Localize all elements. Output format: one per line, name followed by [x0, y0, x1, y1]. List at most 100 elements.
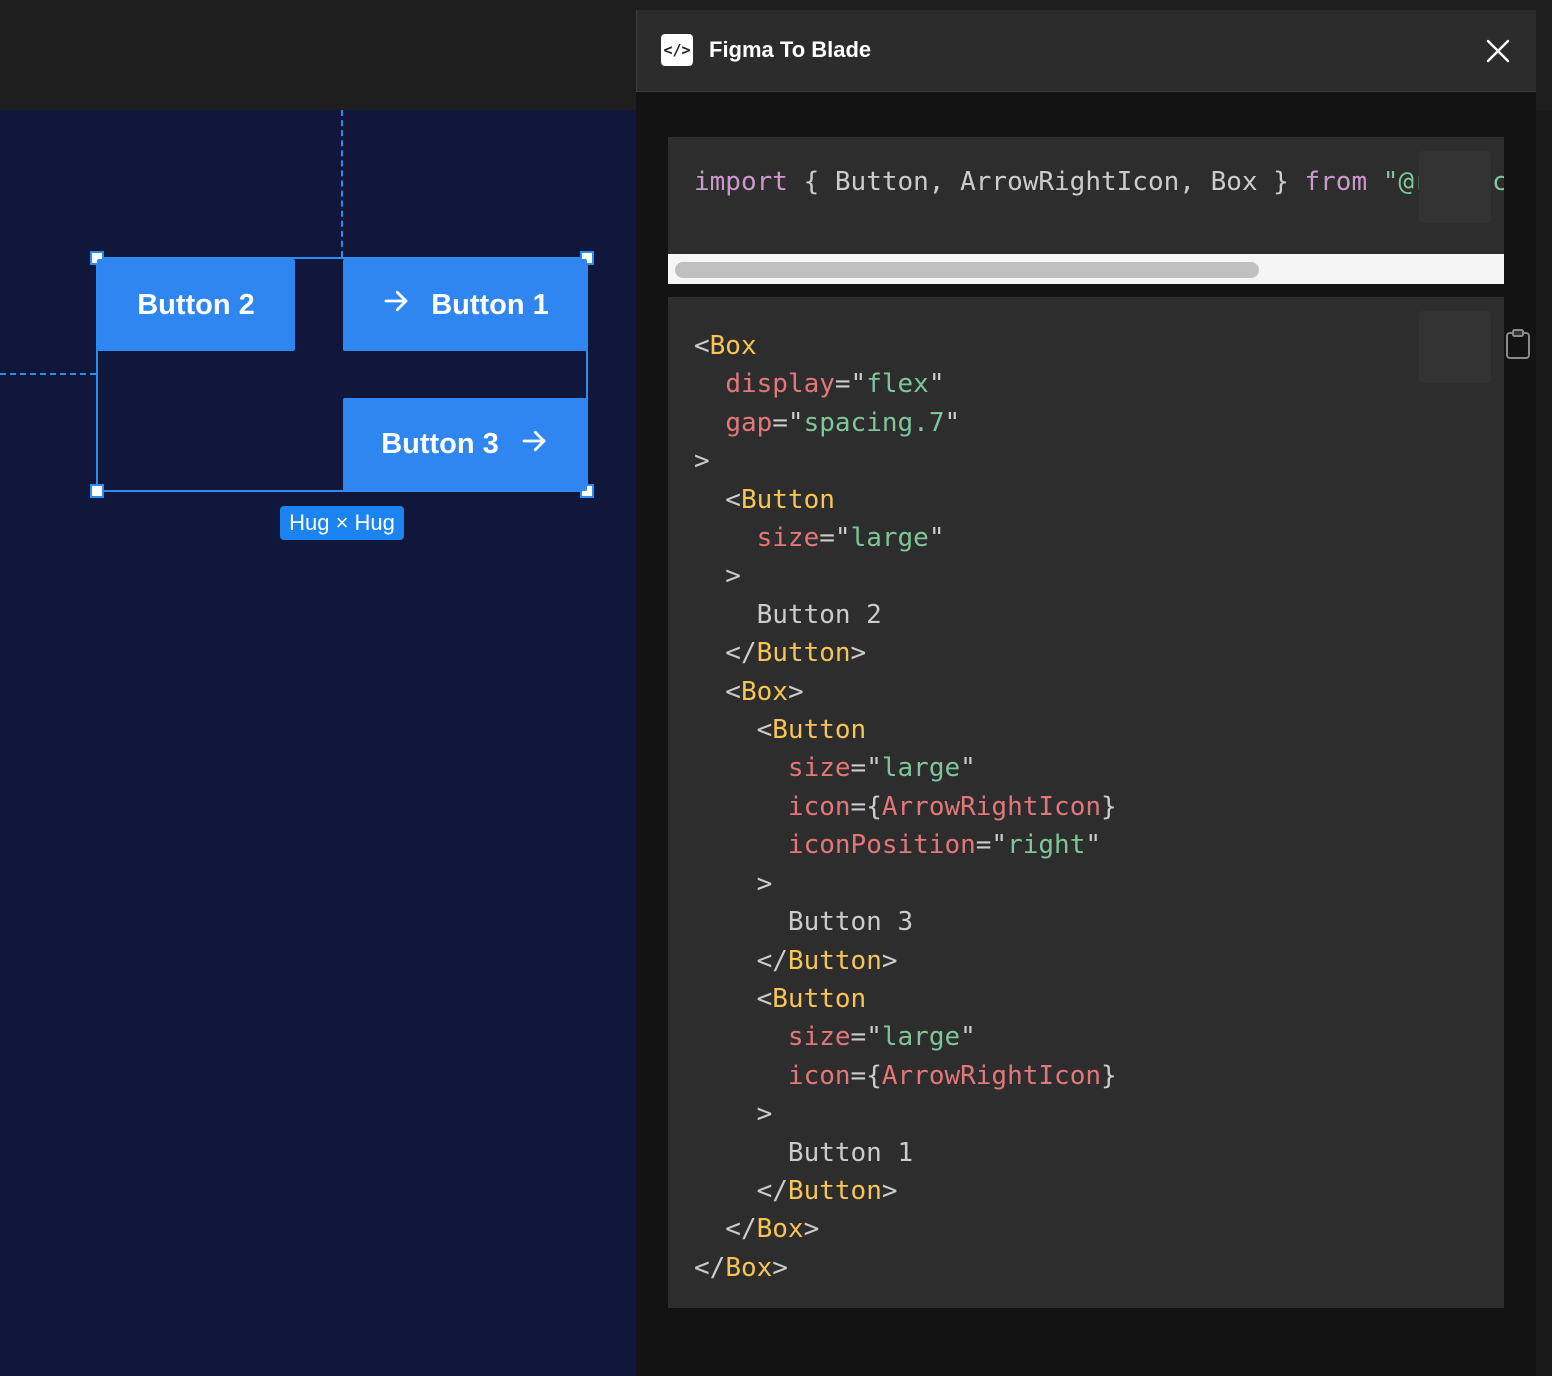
horizontal-guide-line: [0, 373, 96, 375]
code-token: >: [694, 868, 773, 899]
code-token: size: [787, 1022, 851, 1053]
button-2[interactable]: Button 2: [97, 259, 295, 351]
code-token: gap: [725, 407, 773, 438]
right-sidebar-edge: [1536, 110, 1552, 1376]
code-token: </: [694, 1214, 757, 1245]
close-icon: [1483, 39, 1513, 70]
code-line: size="large": [694, 519, 1117, 557]
code-line: >: [694, 865, 1117, 903]
code-line: </Button>: [694, 942, 1117, 980]
code-token: Button: [787, 945, 882, 976]
code-token: ": [1085, 830, 1102, 861]
code-token: <: [694, 484, 741, 515]
code-token: <: [694, 715, 773, 746]
code-token: Button: [740, 484, 835, 515]
plugin-header: </> Figma To Blade: [636, 10, 1536, 92]
code-token: >: [850, 638, 867, 669]
code-line: display="flex": [694, 365, 1117, 403]
import-names: { Button, ArrowRightIcon, Box }: [803, 167, 1289, 197]
clipboard-icon: [1379, 298, 1530, 397]
size-badge: Hug × Hug: [280, 506, 404, 540]
code-token: display: [725, 369, 835, 400]
code-token: Button: [787, 1175, 882, 1206]
code-line: <Box: [694, 327, 1117, 365]
copy-import-button[interactable]: [1419, 151, 1491, 223]
code-token: Button 1: [694, 1137, 914, 1168]
code-token: =": [850, 753, 882, 784]
button-2-label: Button 2: [137, 288, 255, 321]
jsx-code-lines: <Box display="flex" gap="spacing.7" > <Bu…: [694, 327, 1117, 1287]
code-token: >: [694, 1099, 773, 1130]
code-token: Box: [709, 331, 757, 361]
plugin-panel: </> Figma To Blade import { Button, Arro…: [636, 10, 1536, 1376]
code-token: large: [850, 523, 929, 554]
code-token: large: [881, 753, 961, 784]
code-token: ": [928, 523, 945, 554]
code-token: >: [803, 1214, 820, 1245]
code-token: =": [850, 1022, 882, 1053]
code-token: ": [960, 753, 976, 784]
code-token: >: [772, 1252, 788, 1283]
code-token: large: [881, 1022, 961, 1053]
code-token: iconPosition: [787, 830, 976, 861]
code-token: ": [928, 369, 945, 400]
code-token: >: [881, 945, 898, 976]
plugin-title: Figma To Blade: [709, 37, 872, 62]
code-line: Button 3: [694, 903, 1117, 941]
code-token: Box: [756, 1214, 804, 1245]
code-token: >: [694, 561, 741, 592]
code-token: Button: [772, 715, 867, 746]
code-token: Box: [740, 676, 788, 707]
code-token: =": [975, 830, 1008, 861]
close-button[interactable]: [1483, 36, 1513, 66]
code-token: <: [694, 331, 710, 361]
code-line: size="large": [694, 749, 1117, 787]
code-token: size: [787, 753, 851, 784]
code-token: size: [756, 523, 820, 554]
code-token: Button 3: [694, 907, 914, 938]
code-line: icon={ArrowRightIcon}: [694, 788, 1117, 826]
code-token: >: [787, 676, 804, 707]
code-token: flex: [866, 369, 929, 400]
code-token: }: [1101, 791, 1117, 822]
code-token: </: [694, 638, 757, 669]
code-line: </Button>: [694, 1172, 1117, 1210]
code-token: <: [694, 676, 741, 707]
arrow-right-icon: [519, 426, 549, 464]
clipboard-icon: [1379, 138, 1504, 237]
code-token: spacing.7: [803, 407, 945, 438]
scrollbar-thumb[interactable]: [675, 262, 1259, 278]
code-token: ={: [850, 791, 882, 822]
copy-jsx-button[interactable]: [1419, 311, 1530, 383]
code-line: </Box>: [694, 1210, 1117, 1248]
code-token: >: [881, 1175, 898, 1206]
code-token: <: [694, 983, 773, 1014]
jsx-code-block[interactable]: <Box display="flex" gap="spacing.7" > <Bu…: [668, 297, 1530, 1308]
code-token: >: [694, 446, 710, 477]
code-line: Button 1: [694, 1134, 1117, 1172]
import-statement: import { Button, ArrowRightIcon, Box } f…: [694, 167, 1430, 197]
button-1-label: Button 1: [431, 288, 549, 321]
code-line: </Box>: [694, 1249, 1117, 1287]
code-token: =": [834, 369, 867, 400]
code-token: ": [944, 407, 961, 438]
code-token: icon: [787, 1060, 851, 1091]
code-token: Box: [725, 1252, 773, 1283]
button-3[interactable]: Button 3: [343, 398, 587, 491]
resize-handle-bottom-left[interactable]: [90, 484, 104, 498]
arrow-right-icon: [381, 286, 411, 324]
import-code-block[interactable]: import { Button, ArrowRightIcon, Box } f…: [668, 137, 1504, 254]
horizontal-scrollbar[interactable]: [668, 254, 1504, 284]
button-3-label: Button 3: [381, 428, 499, 460]
button-1[interactable]: Button 1: [343, 259, 587, 351]
code-line: Button 2: [694, 596, 1117, 634]
code-token: </: [694, 1252, 726, 1283]
code-token: ={: [850, 1060, 882, 1091]
vertical-guide-line: [341, 110, 343, 257]
